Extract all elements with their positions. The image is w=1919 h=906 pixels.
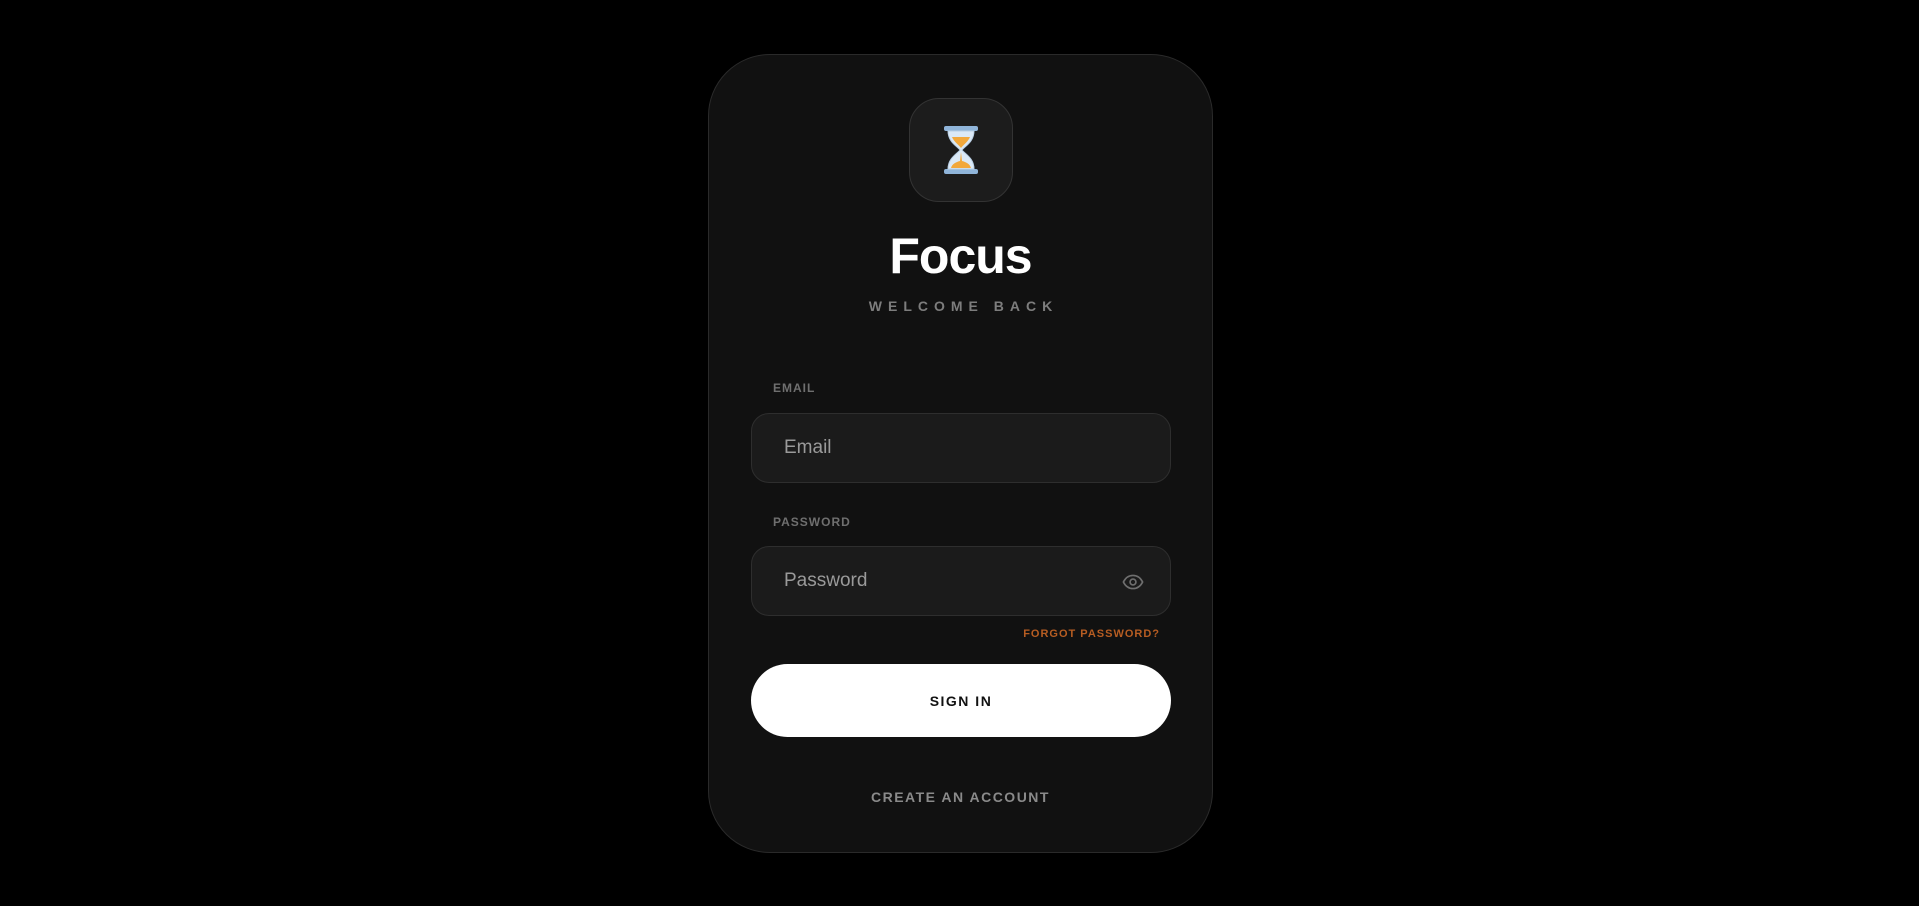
sign-in-button[interactable]: SIGN IN (751, 664, 1171, 737)
login-card: Focus WELCOME BACK EMAIL PASSWORD FORGOT… (708, 54, 1213, 853)
email-label: EMAIL (773, 381, 816, 395)
email-input[interactable] (752, 414, 1170, 482)
password-field-container (751, 546, 1171, 616)
email-field-container (751, 413, 1171, 483)
password-input[interactable] (752, 547, 1170, 615)
password-label: PASSWORD (773, 515, 851, 529)
app-title: Focus (889, 228, 1032, 284)
forgot-password-link[interactable]: FORGOT PASSWORD? (1023, 629, 1160, 640)
eye-icon[interactable] (1122, 571, 1144, 593)
welcome-subtitle: WELCOME BACK (868, 298, 1059, 314)
hourglass-icon (941, 125, 981, 175)
create-account-link[interactable]: CREATE AN ACCOUNT (709, 790, 1212, 804)
app-logo (909, 98, 1013, 202)
